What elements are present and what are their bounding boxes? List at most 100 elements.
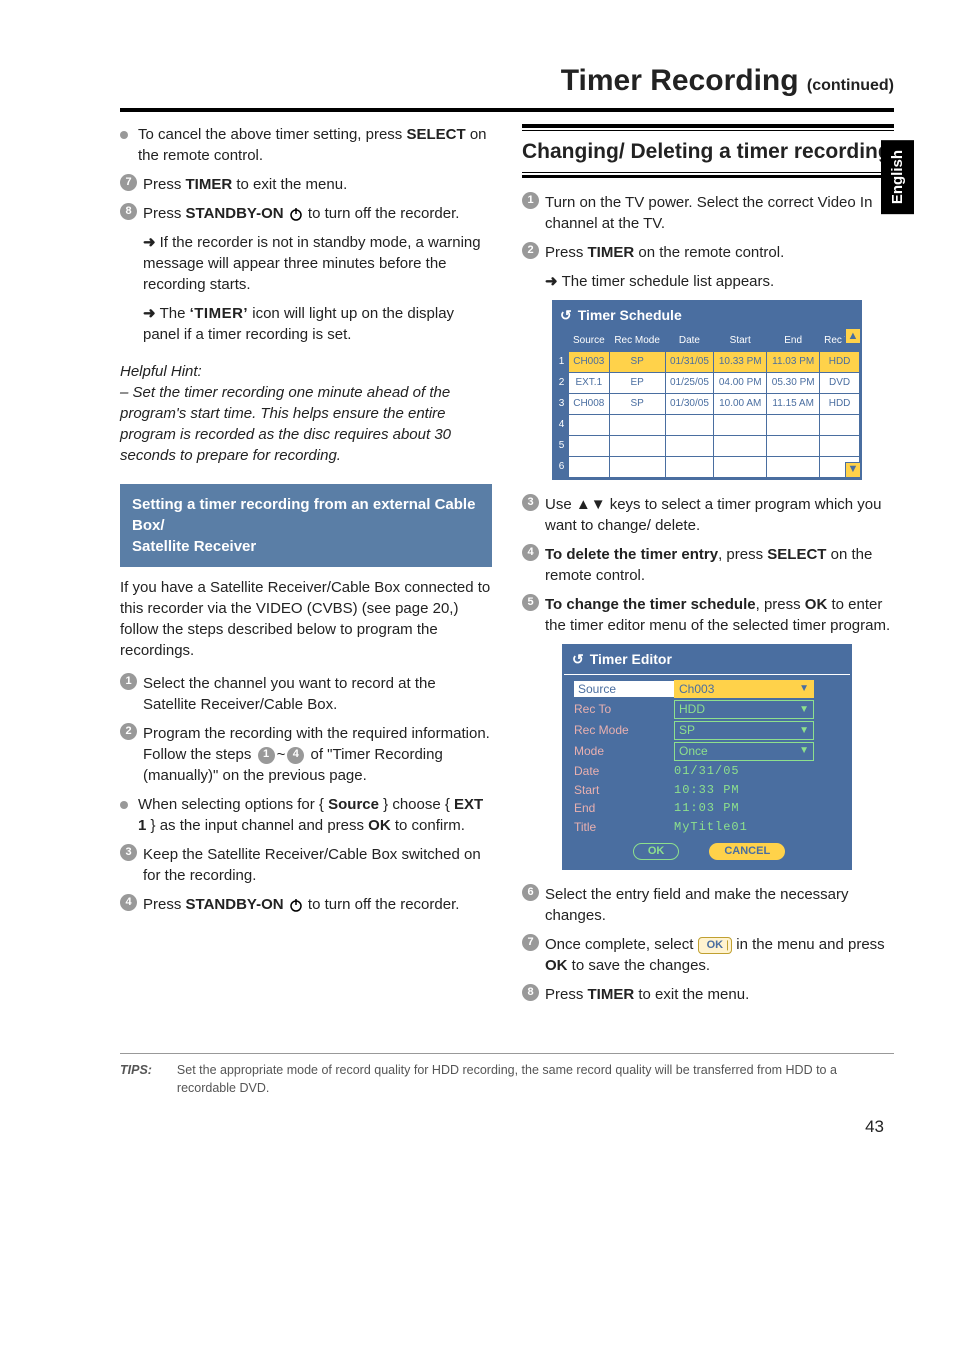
text: If the recorder is not in standby mode, … [143,234,481,293]
timer-schedule-panel: ↺Timer Schedule ▲ ▼ Source Rec Mode Date… [552,300,862,480]
table-row[interactable]: 4 [555,414,860,435]
rstep-5-badge: 5 [522,594,539,611]
step-8-text: Press STANDBY-ON to turn off the recorde… [143,203,492,224]
title-text: Timer Recording [561,64,799,97]
cancel-instruction: To cancel the above timer setting, press… [138,124,492,166]
timer-schedule-table: Source Rec Mode Date Start End Rec To 1C… [554,330,860,478]
rstep-8: Press TIMER to exit the menu. [545,984,894,1005]
cell-mode [609,456,665,477]
editor-row[interactable]: TitleMyTitle01 [574,818,844,837]
editor-value: SP [679,722,695,739]
chevron-down-icon: ▼ [799,724,809,738]
text: } as the input channel and press [146,817,368,834]
select-label: SELECT [767,546,826,563]
editor-value-box[interactable]: Ch003▼ [674,680,814,699]
timer-label: TIMER [588,244,635,261]
editor-row[interactable]: Rec ToHDD▼ [574,699,844,720]
editor-row[interactable]: End11:03 PM [574,799,844,818]
hint-title: Helpful Hint: [120,361,492,382]
editor-value: MyTitle01 [674,819,844,836]
editor-row[interactable]: ModeOnce▼ [574,741,844,762]
timer-label: TIMER [588,986,635,1003]
scroll-down-icon[interactable]: ▼ [845,462,861,478]
step-2-badge: 2 [120,723,137,740]
bstep-3: Keep the Satellite Receiver/Cable Box sw… [143,844,492,886]
section-heading-wrap: Changing/ Deleting a timer recording [522,124,894,178]
editor-row[interactable]: Date01/31/05 [574,762,844,781]
text: To cancel the above timer setting, press [138,126,406,143]
editor-value-box[interactable]: HDD▼ [674,700,814,719]
tips-label: TIPS: [120,1062,177,1097]
table-row[interactable]: 6 [555,456,860,477]
cell-src [569,414,610,435]
ok-label: OK [805,596,828,613]
left-column: To cancel the above timer setting, press… [120,124,492,1013]
editor-value: Once [679,743,708,760]
cell-src [569,435,610,456]
ok-pill: OK [698,937,733,954]
table-row[interactable]: 1CH003SP01/31/0510.33 PM11.03 PMHDD [555,351,860,372]
inline-1-badge: 1 [258,747,275,764]
editor-label: Title [574,819,674,836]
editor-value-box[interactable]: Once ▼ [674,742,814,761]
text: to turn off the recorder. [308,205,459,222]
editor-value: 11:03 PM [674,800,844,817]
editor-row[interactable]: Rec ModeSP▼ [574,720,844,741]
power-icon [288,206,304,222]
step-7-badge: 7 [120,174,137,191]
ok-button[interactable]: OK [633,843,680,860]
editor-row[interactable]: SourceCh003▼ [574,679,844,700]
text: , press [718,546,767,563]
step-4-badge: 4 [120,894,137,911]
scroll-up-icon[interactable]: ▲ [845,328,861,344]
cell-mode: SP [609,393,665,414]
text: Press [545,986,588,1003]
text: The timer schedule list appears. [562,273,775,290]
editor-label: Start [574,782,674,799]
bstep-4: Press STANDBY-ON to turn off the recorde… [143,894,492,915]
timer-editor-title: ↺ Timer Editor [564,646,850,675]
timer-label: TIMER [186,176,233,193]
section-heading: Changing/ Deleting a timer recording [522,137,894,166]
editor-row[interactable]: Start10:33 PM [574,781,844,800]
text: to confirm. [391,817,465,834]
text: Press [545,244,588,261]
cell-start [714,456,767,477]
rstep-2: Press TIMER on the remote control. [545,242,894,263]
table-row[interactable]: 5 [555,435,860,456]
cell-idx: 6 [555,456,569,477]
tips-text: Set the appropriate mode of record quali… [177,1062,894,1097]
step-3-badge: 3 [120,844,137,861]
rstep-4-badge: 4 [522,544,539,561]
table-row[interactable]: 2EXT.1EP01/25/0504.00 PM05.30 PMDVD [555,372,860,393]
bstep-1: Select the channel you want to record at… [143,673,492,715]
cancel-button[interactable]: CANCEL [709,843,785,860]
change-schedule-label: To change the timer schedule [545,596,756,613]
cell-to: HDD [820,351,860,372]
editor-label: End [574,800,674,817]
tilde: ~ [277,746,286,763]
arrow-icon: ➜ [545,273,558,290]
clock-icon: ↺ [560,306,572,326]
text: to turn off the recorder. [308,896,459,913]
editor-value: Ch003 [679,681,714,698]
clock-icon: ↺ [572,650,584,670]
editor-value: 10:33 PM [674,782,844,799]
title-text: Timer Editor [590,650,672,670]
cell-date: 01/30/05 [665,393,714,414]
rstep-6-badge: 6 [522,884,539,901]
cell-date: 01/31/05 [665,351,714,372]
step-7-text: Press TIMER to exit the menu. [143,174,492,195]
editor-value-box[interactable]: SP ▼ [674,721,814,740]
text: } choose { [379,796,454,813]
power-icon [288,897,304,913]
th-start: Start [714,330,767,351]
cell-to [820,414,860,435]
text: to save the changes. [568,957,711,974]
chevron-down-icon: ▼ [799,744,809,758]
rstep-7-badge: 7 [522,934,539,951]
rstep-7: Once complete, select OK in the menu and… [545,934,894,976]
editor-buttons: OK CANCEL [574,843,844,860]
ok-label: OK [545,957,568,974]
table-row[interactable]: 3CH008SP01/30/0510.00 AM11.15 AMHDD [555,393,860,414]
